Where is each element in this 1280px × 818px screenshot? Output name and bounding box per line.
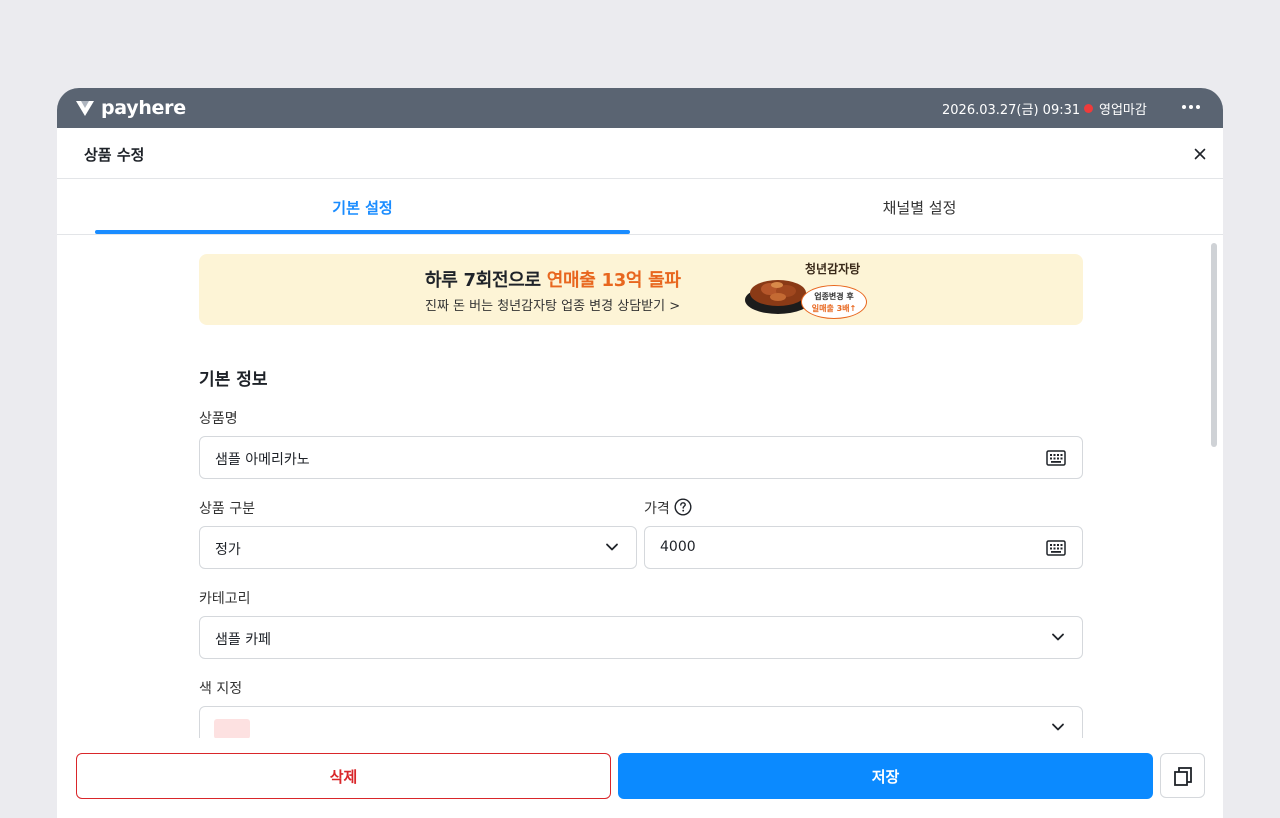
bubble-line2: 일매출 3배↑ — [811, 304, 857, 313]
delete-button[interactable]: 삭제 — [76, 753, 611, 799]
save-button[interactable]: 저장 — [618, 753, 1153, 799]
app-titlebar: payhere 2026.03.27(금) 09:31 영업마감 — [57, 88, 1223, 128]
price-label: 가격 — [644, 501, 670, 517]
bubble-line1: 업종변경 후 — [814, 292, 854, 301]
brand-name: payhere — [101, 97, 186, 119]
action-footer: 삭제 저장 — [57, 738, 1223, 818]
store-status: 영업마감 — [1084, 99, 1147, 118]
active-tab-indicator — [95, 230, 630, 234]
banner-headline: 하루 7회전으로 연매출 13억 돌파 — [425, 266, 681, 292]
category-value: 샘플 카페 — [215, 632, 271, 648]
keyboard-icon[interactable] — [1046, 539, 1066, 557]
payhere-logo: payhere — [75, 96, 186, 120]
price-value: 4000 — [660, 539, 696, 555]
category-select[interactable]: 샘플 카페 — [199, 616, 1083, 659]
color-label: 색 지정 — [199, 681, 243, 697]
settings-tabs: 기본 설정 채널별 설정 — [57, 179, 1223, 235]
keyboard-icon[interactable] — [1046, 449, 1066, 467]
product-type-value: 정가 — [215, 542, 241, 558]
payhere-logo-icon — [76, 101, 94, 116]
category-label: 카테고리 — [199, 591, 251, 607]
help-circle-icon[interactable] — [674, 498, 692, 516]
banner-headline-highlight: 연매출 13억 돌파 — [546, 270, 681, 291]
status-dot-icon — [1084, 104, 1093, 113]
price-input[interactable]: 4000 — [644, 526, 1083, 569]
product-name-input[interactable]: 샘플 아메리카노 — [199, 436, 1083, 479]
chevron-down-icon — [606, 543, 618, 551]
copy-icon — [1173, 766, 1192, 786]
product-type-select[interactable]: 정가 — [199, 526, 637, 569]
product-edit-window: payhere 2026.03.27(금) 09:31 영업마감 상품 수정 기… — [57, 88, 1223, 818]
section-title-basic-info: 기본 정보 — [199, 370, 268, 390]
banner-headline-prefix: 하루 7회전으로 — [425, 270, 547, 291]
banner-bubble: 업종변경 후 일매출 3배↑ — [801, 285, 867, 319]
tab-basic-settings[interactable]: 기본 설정 — [95, 179, 630, 235]
scrollbar-thumb[interactable] — [1211, 243, 1217, 447]
copy-button[interactable] — [1160, 753, 1205, 798]
dialog-header: 상품 수정 — [57, 128, 1223, 179]
color-swatch — [214, 719, 250, 739]
current-datetime: 2026.03.27(금) 09:31 — [942, 103, 1081, 118]
close-icon[interactable] — [1191, 145, 1209, 163]
chevron-down-icon — [1052, 723, 1064, 731]
product-type-label: 상품 구분 — [199, 501, 255, 517]
more-horizontal-icon[interactable] — [1177, 96, 1205, 118]
product-name-value: 샘플 아메리카노 — [215, 452, 310, 468]
banner-subtext: 진짜 돈 버는 청년감자탕 업종 변경 상담받기 > — [425, 299, 681, 314]
product-name-label: 상품명 — [199, 411, 238, 427]
promo-banner[interactable]: 하루 7회전으로 연매출 13억 돌파 진짜 돈 버는 청년감자탕 업종 변경 … — [199, 254, 1083, 325]
banner-brand: 청년감자탕 — [805, 262, 861, 276]
chevron-down-icon — [1052, 633, 1064, 641]
store-status-label: 영업마감 — [1099, 103, 1147, 118]
page-title: 상품 수정 — [84, 146, 145, 164]
tab-channel-settings[interactable]: 채널별 설정 — [647, 179, 1192, 235]
